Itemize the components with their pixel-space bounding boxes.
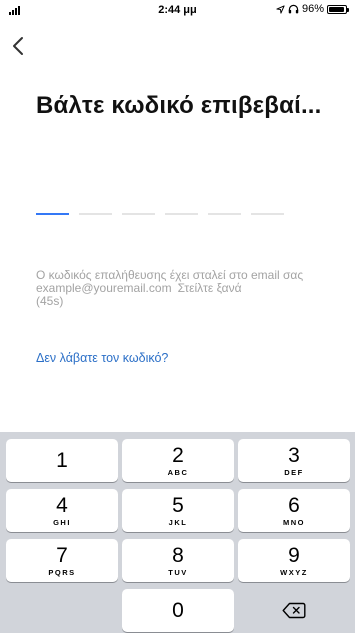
key-number: 2	[172, 443, 184, 467]
key-number: 7	[56, 543, 68, 567]
back-button[interactable]	[6, 32, 30, 60]
key-3[interactable]: 3 DEF	[238, 439, 350, 482]
resend-button[interactable]: Στείλτε ξανά	[178, 281, 242, 295]
code-digit-slot[interactable]	[251, 213, 284, 215]
page-title: Βάλτε κωδικό επιβεβαί...	[36, 92, 322, 119]
key-letters: PQRS	[48, 567, 76, 577]
key-number: 1	[56, 448, 68, 472]
code-digit-slot[interactable]	[165, 213, 198, 215]
key-number: 3	[288, 443, 300, 467]
location-icon	[276, 4, 285, 14]
info-message: Ο κωδικός επαλήθευσης έχει σταλεί στο em…	[36, 268, 304, 295]
key-letters: MNO	[283, 517, 305, 527]
code-digit-slot[interactable]	[122, 213, 155, 215]
status-bar: 2:44 μμ 96%	[0, 0, 355, 20]
key-number: 0	[172, 598, 184, 622]
verification-code-input[interactable]	[36, 213, 284, 215]
key-number: 6	[288, 493, 300, 517]
key-6[interactable]: 6 MNO	[238, 489, 350, 532]
key-number: 9	[288, 543, 300, 567]
key-5[interactable]: 5 JKL	[122, 489, 234, 532]
key-9[interactable]: 9 WXYZ	[238, 539, 350, 582]
code-digit-slot[interactable]	[79, 213, 112, 215]
key-letters: GHI	[53, 517, 71, 527]
key-letters: ABC	[167, 467, 189, 477]
key-letters: JKL	[168, 517, 188, 527]
key-0[interactable]: 0	[122, 589, 234, 632]
key-letters: WXYZ	[280, 567, 308, 577]
key-4[interactable]: 4 GHI	[6, 489, 118, 532]
chevron-left-icon	[13, 37, 23, 55]
key-letters: TUV	[168, 567, 188, 577]
code-digit-slot[interactable]	[208, 213, 241, 215]
key-7[interactable]: 7 PQRS	[6, 539, 118, 582]
headphones-icon	[288, 4, 299, 14]
battery-percent: 96%	[301, 3, 324, 15]
key-2[interactable]: 2 ABC	[122, 439, 234, 482]
key-8[interactable]: 8 TUV	[122, 539, 234, 582]
key-letters: DEF	[284, 467, 304, 477]
key-number: 5	[172, 493, 184, 517]
backspace-icon	[282, 602, 306, 619]
key-number: 8	[172, 543, 184, 567]
key-blank	[6, 589, 118, 632]
info-text: Ο κωδικός επαλήθευσης έχει σταλεί στο em…	[36, 269, 321, 308]
status-right: 96%	[276, 3, 349, 15]
code-not-received-link[interactable]: Δεν λάβατε τον κωδικό?	[36, 351, 168, 365]
key-number: 4	[56, 493, 68, 517]
code-digit-slot[interactable]	[36, 213, 69, 215]
delete-key[interactable]	[238, 589, 350, 632]
key-1[interactable]: 1	[6, 439, 118, 482]
resend-countdown: (45s)	[36, 294, 64, 308]
numeric-keyboard: 1 2 ABC 3 DEF 4 GHI 5 JKL 6 MNO 7 PQRS 8…	[0, 432, 355, 633]
battery-icon	[327, 4, 349, 14]
